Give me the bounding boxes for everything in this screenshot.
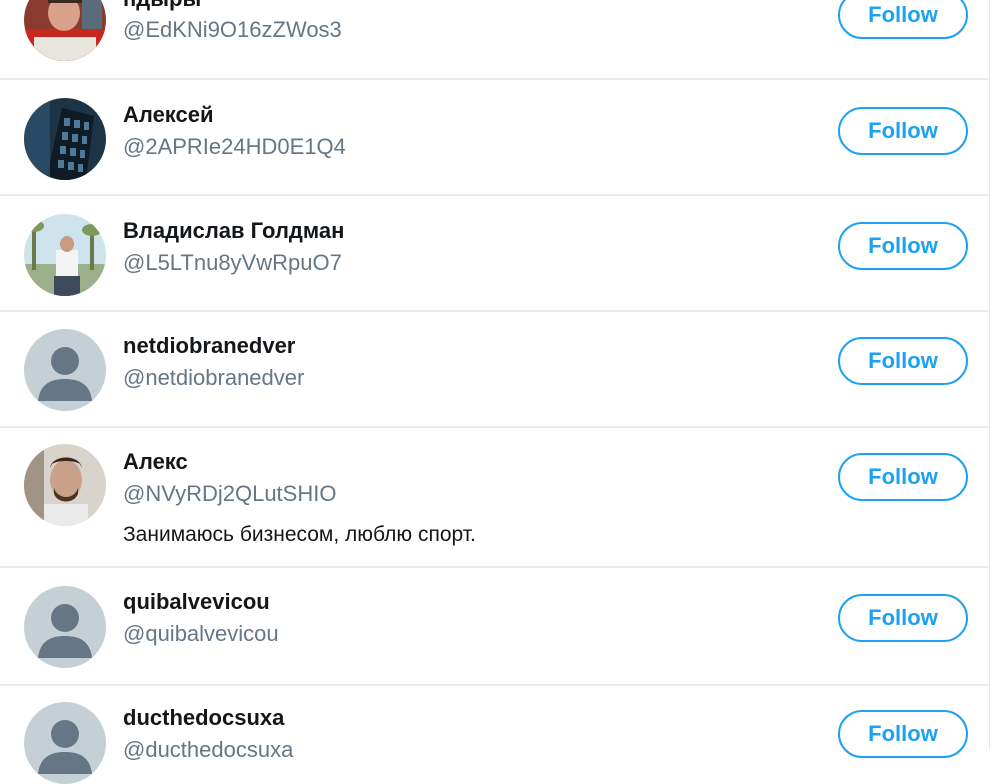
user-handle[interactable]: @2APRIe24HD0E1Q4 [123,133,346,161]
user-row[interactable]: netdiobranedver @netdiobranedver Follow [0,312,990,428]
user-name[interactable]: Владислав Голдман [123,217,344,245]
avatar[interactable] [24,444,106,526]
user-row[interactable]: пдыры @EdKNi9O16zZWos3 Follow [0,0,990,80]
user-handle[interactable]: @ducthedocsuxa [123,736,293,764]
user-name[interactable]: quibalvevicou [123,588,270,616]
user-suggestion-list: пдыры @EdKNi9O16zZWos3 Follow Алексей @2… [0,0,990,784]
user-row[interactable]: ducthedocsuxa @ducthedocsuxa Follow [0,686,990,784]
follow-button[interactable]: Follow [838,222,968,270]
default-avatar-icon[interactable] [24,702,106,784]
follow-button[interactable]: Follow [838,594,968,642]
user-name[interactable]: netdiobranedver [123,332,295,360]
user-bio: Занимаюсь бизнесом, люблю спорт. [123,523,476,546]
follow-button[interactable]: Follow [838,710,968,758]
user-name[interactable]: ducthedocsuxa [123,704,284,732]
user-row[interactable]: quibalvevicou @quibalvevicou Follow [0,568,990,686]
default-avatar-icon[interactable] [24,329,106,411]
avatar[interactable] [24,98,106,180]
user-row[interactable]: Владислав Голдман @L5LTnu8yVwRpuO7 Follo… [0,196,990,312]
user-name[interactable]: Алексей [123,101,214,129]
photo-avatar-icon [24,98,106,180]
avatar[interactable] [24,214,106,296]
user-handle[interactable]: @EdKNi9O16zZWos3 [123,16,342,44]
user-handle[interactable]: @L5LTnu8yVwRpuO7 [123,249,342,277]
follow-button[interactable]: Follow [838,453,968,501]
follow-button[interactable]: Follow [838,0,968,39]
user-handle[interactable]: @NVyRDj2QLutSHIO [123,480,336,508]
user-handle[interactable]: @netdiobranedver [123,364,304,392]
user-name[interactable]: пдыры [123,0,201,13]
photo-avatar-icon [24,0,106,61]
photo-avatar-icon [24,214,106,296]
default-avatar-icon[interactable] [24,586,106,668]
user-handle[interactable]: @quibalvevicou [123,620,279,648]
follow-button[interactable]: Follow [838,337,968,385]
user-name[interactable]: Алекс [123,448,188,476]
photo-avatar-icon [24,444,106,526]
follow-button[interactable]: Follow [838,107,968,155]
user-row[interactable]: Алекс @NVyRDj2QLutSHIO Занимаюсь бизнесо… [0,428,990,568]
avatar[interactable] [24,0,106,61]
user-row[interactable]: Алексей @2APRIe24HD0E1Q4 Follow [0,80,990,196]
